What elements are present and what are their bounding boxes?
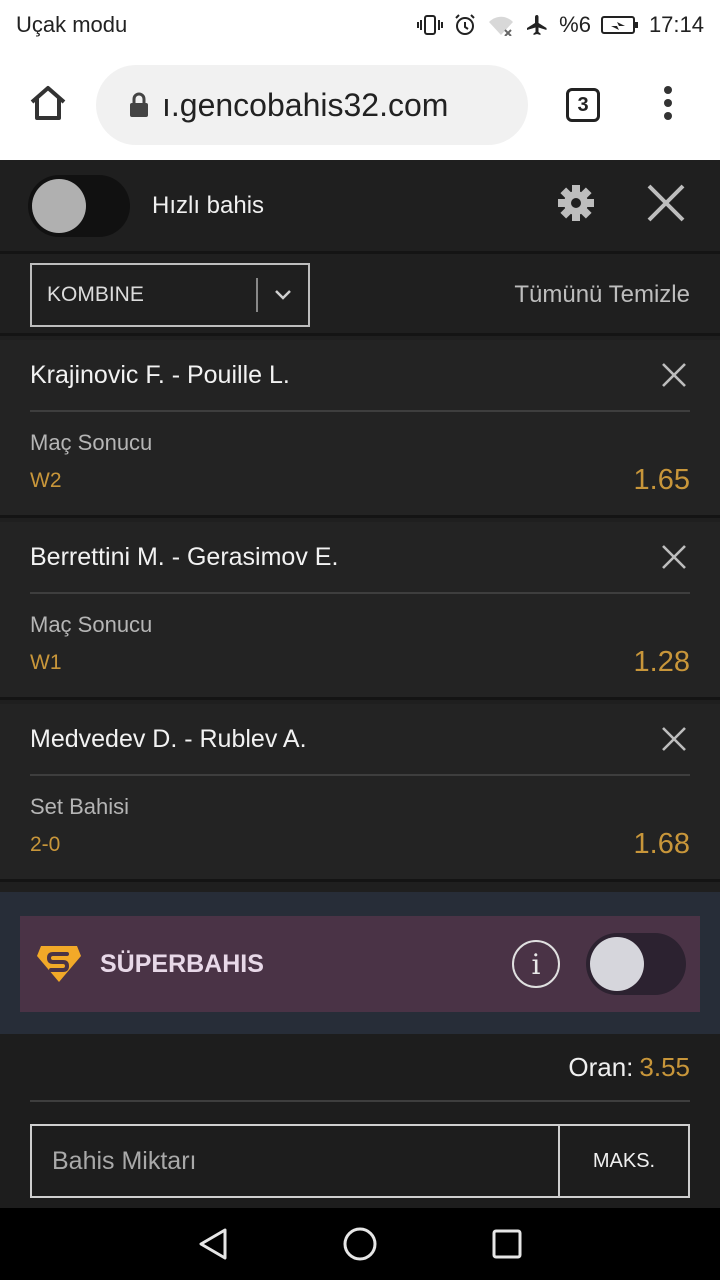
home-circle-icon [343,1227,377,1261]
selection-odds: 1.65 [633,464,690,496]
recents-button[interactable] [477,1214,537,1274]
stake-group: Bahis Miktarı MAKS. [30,1124,690,1198]
close-betslip-button[interactable] [636,176,696,236]
recents-square-icon [492,1229,522,1259]
clear-all-button[interactable]: Tümünü Temizle [514,281,690,309]
superbahis-logo-icon [34,939,84,989]
wifi-off-icon [487,14,515,36]
system-nav-bar [0,1208,720,1280]
vibrate-icon [417,14,444,36]
super-bet-panel: SÜPERBAHIS i [20,916,700,1012]
match-teams: Krajinovic F. - Pouille L. [30,360,290,389]
tab-count: 3 [566,88,600,122]
remove-bet-button[interactable] [658,359,690,391]
close-icon [662,545,686,569]
close-icon [662,727,686,751]
total-odds-row: Oran: 3.55 [30,1034,690,1102]
selection-odds: 1.68 [633,828,690,860]
lock-icon [128,92,150,118]
airplane-mode-label: Uçak modu [16,12,128,37]
browser-menu-button[interactable] [638,50,698,160]
bet-card: Berrettini M. - Gerasimov E. Maç Sonucu … [0,522,720,700]
total-odds-value: 3.55 [639,1051,690,1082]
match-teams: Medvedev D. - Rublev A. [30,724,307,753]
info-button[interactable]: i [512,940,560,988]
bet-header: Berrettini M. - Gerasimov E. [30,522,690,594]
airplane-icon [525,13,549,37]
settings-button[interactable] [546,176,606,236]
bet-card: Krajinovic F. - Pouille L. Maç Sonucu W2… [0,340,720,518]
status-icons: %6 17:14 [417,12,704,38]
back-triangle-icon [199,1228,227,1260]
quick-bet-toggle[interactable] [28,174,130,237]
max-stake-button[interactable]: MAKS. [560,1126,688,1196]
tab-switcher-button[interactable]: 3 [528,50,638,160]
address-bar[interactable]: ı.gencobahis32.com [96,65,528,145]
bet-type-value: KOMBINE [47,282,144,306]
url-text: ı.gencobahis32.com [162,86,449,123]
close-icon [662,363,686,387]
market-name: Maç Sonucu [30,430,153,455]
selection: W1 [30,650,62,674]
match-teams: Berrettini M. - Gerasimov E. [30,542,339,571]
pick-row: W1 1.28 [30,646,690,679]
pick-row: W2 1.65 [30,464,690,497]
selection: W2 [30,468,62,492]
alarm-icon [453,13,477,37]
selection: 2-0 [30,832,61,856]
status-bar: Uçak modu %6 17:14 [0,0,720,50]
betslip-controls: KOMBINE Tümünü Temizle [0,256,720,336]
market-name: Maç Sonucu [30,612,153,637]
toggle-knob [32,178,86,233]
remove-bet-button[interactable] [658,723,690,755]
battery-percent: %6 [559,12,591,37]
chevron-down-icon [258,289,308,301]
bet-header: Medvedev D. - Rublev A. [30,704,690,776]
toggle-knob [590,937,644,991]
home-button[interactable] [0,50,96,160]
bet-card: Medvedev D. - Rublev A. Set Bahisi 2-0 1… [0,704,720,882]
quick-bet-label: Hızlı bahis [152,191,265,219]
more-vertical-icon [663,85,673,126]
back-button[interactable] [183,1214,243,1274]
market-name: Set Bahisi [30,794,130,819]
bet-header: Krajinovic F. - Pouille L. [30,340,690,412]
selection-odds: 1.28 [633,646,690,678]
stake-input[interactable]: Bahis Miktarı [32,1126,560,1196]
betslip-summary: Oran: 3.55 Bahis Miktarı MAKS. [0,1034,720,1208]
super-bet-section: SÜPERBAHIS i [0,892,720,1034]
super-bet-label: SÜPERBAHIS [100,949,264,978]
total-odds-label: Oran: [568,1051,634,1082]
browser-toolbar: ı.gencobahis32.com 3 [0,50,720,160]
remove-bet-button[interactable] [658,541,690,573]
betslip-header: Hızlı bahis [0,160,720,254]
home-icon [28,84,68,127]
home-nav-button[interactable] [330,1214,390,1274]
close-icon [646,183,686,228]
battery-charging-icon [600,15,639,35]
pick-row: 2-0 1.68 [30,828,690,861]
clock: 17:14 [648,12,704,37]
gear-icon [556,183,596,228]
bet-type-select[interactable]: KOMBINE [30,262,310,327]
super-bet-toggle[interactable] [586,933,686,995]
